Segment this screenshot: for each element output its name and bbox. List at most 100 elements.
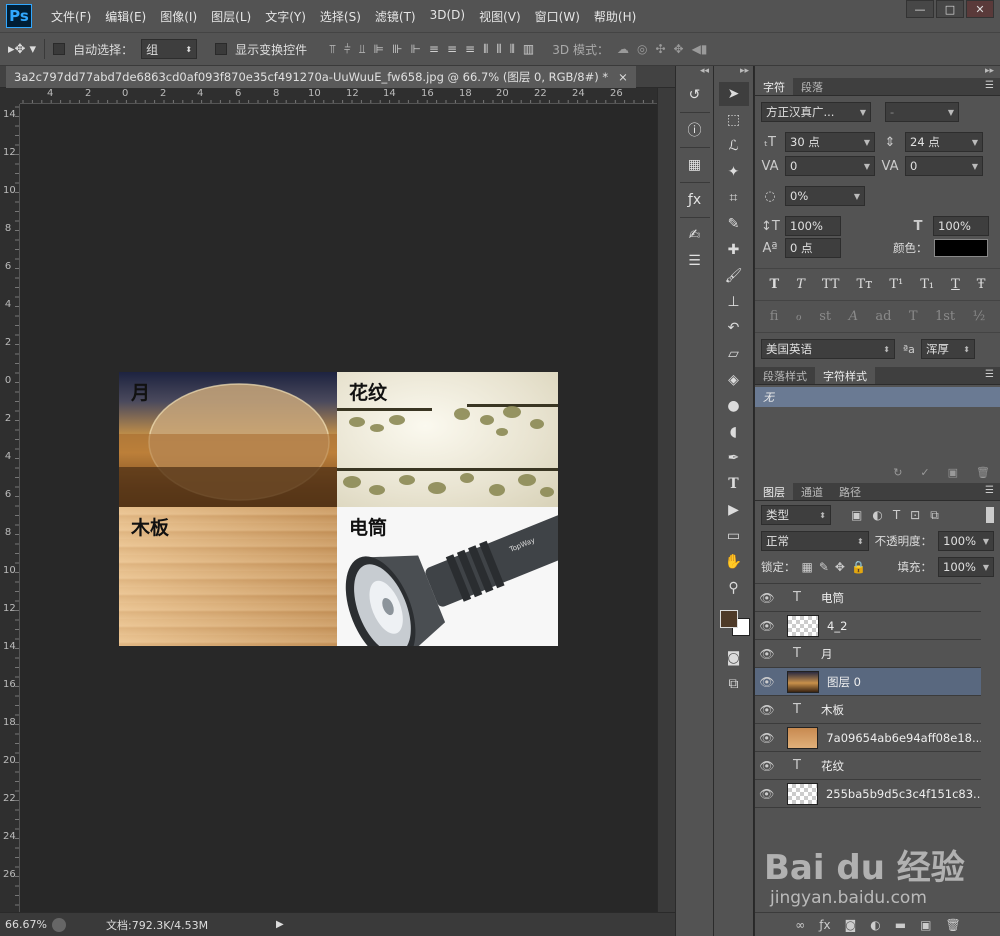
style-item-none[interactable]: 无	[755, 387, 1000, 407]
menu-file[interactable]: 文件(F)	[44, 8, 98, 25]
ordinals-button[interactable]: 1st	[935, 309, 955, 324]
vertical-scale-field[interactable]: 100%	[785, 216, 841, 236]
brush-tool-icon[interactable]: 🖌	[719, 264, 749, 288]
ligatures-button[interactable]: fi	[770, 309, 779, 324]
hand-tool-icon[interactable]: ✋	[719, 550, 749, 574]
layer-row[interactable]: 👁 T 木板	[755, 696, 981, 724]
auto-select-dropdown[interactable]: 组 ⬍	[141, 39, 198, 59]
pen-tool-icon[interactable]: ✒	[719, 446, 749, 470]
panel-menu-icon[interactable]: ☰	[985, 485, 994, 496]
3d-roll-icon[interactable]: ◎	[637, 42, 647, 56]
layer-row[interactable]: 👁 T 电筒	[755, 584, 981, 612]
crop-tool-icon[interactable]: ⌗	[719, 186, 749, 210]
menu-image[interactable]: 图像(I)	[153, 8, 204, 25]
visibility-eye-icon[interactable]: 👁	[755, 591, 779, 605]
font-style-select[interactable]: - ▼	[885, 102, 959, 122]
lasso-tool-icon[interactable]: ℒ	[719, 134, 749, 158]
3d-drag-icon[interactable]: ✣	[655, 42, 665, 56]
menu-layer[interactable]: 图层(L)	[204, 8, 258, 25]
filter-smart-icon[interactable]: ⧉	[930, 508, 939, 523]
foreground-color-swatch[interactable]	[720, 610, 738, 628]
font-family-select[interactable]: 方正汉真广... ▼	[761, 102, 871, 122]
align-left-icon[interactable]: ⊫	[374, 42, 384, 56]
ruler-vertical[interactable]: 14 12 10 8 6 4 2 0 2 4 6 8 10 12 14 16 1…	[0, 104, 20, 912]
layer-row-selected[interactable]: 👁 图层 0	[755, 668, 981, 696]
kerning-field[interactable]: 0 ▼	[785, 156, 875, 176]
lock-image-icon[interactable]: ✎	[819, 560, 829, 574]
visibility-eye-icon[interactable]: 👁	[755, 787, 779, 801]
styles-panel-icon[interactable]: ƒx	[680, 189, 710, 211]
screen-mode-icon[interactable]: ⧉	[719, 672, 749, 696]
panel-menu-icon[interactable]: ☰	[985, 80, 994, 91]
underline-button[interactable]: T	[951, 277, 960, 292]
distribute-right-icon[interactable]: ⦀	[510, 42, 515, 57]
filter-toggle[interactable]	[986, 507, 994, 523]
horizontal-scale-field[interactable]: 100%	[933, 216, 989, 236]
menu-edit[interactable]: 编辑(E)	[98, 8, 153, 25]
distribute-left-icon[interactable]: ⦀	[483, 42, 488, 57]
tab-paths[interactable]: 路径	[831, 483, 869, 500]
collapse-panels-icon[interactable]: ▸▸	[755, 66, 1000, 78]
layer-row[interactable]: 👁 255ba5b9d5c3c4f151c83...	[755, 780, 981, 808]
layer-filter-select[interactable]: 类型 ⬍	[761, 505, 831, 525]
paint-bucket-tool-icon[interactable]: ◈	[719, 368, 749, 392]
eyedropper-tool-icon[interactable]: ✎	[719, 212, 749, 236]
filter-adjustment-icon[interactable]: ◐	[872, 508, 882, 523]
zoom-tool-icon[interactable]: ⚲	[719, 576, 749, 600]
panel-menu-icon[interactable]: ☰	[985, 369, 994, 380]
zoom-level[interactable]: 66.67%	[0, 918, 52, 931]
stylistic-alternates-button[interactable]: ad	[875, 309, 891, 324]
swash-button[interactable]: A	[849, 309, 858, 324]
ruler-horizontal[interactable]: 4 2 0 2 4 6 8 10 12 14 16 18 20 22 24 26	[20, 88, 657, 104]
new-layer-icon[interactable]: ▣	[920, 918, 931, 932]
text-color-swatch[interactable]	[933, 239, 988, 257]
visibility-eye-icon[interactable]: 👁	[755, 759, 779, 773]
dodge-tool-icon[interactable]: ◖	[719, 420, 749, 444]
tab-character[interactable]: 字符	[755, 78, 793, 95]
move-tool-preset-icon[interactable]: ▸✥ ▾	[8, 42, 36, 57]
visibility-eye-icon[interactable]: 👁	[755, 731, 779, 745]
tab-channels[interactable]: 通道	[793, 483, 831, 500]
distribute-top-icon[interactable]: ≡	[429, 42, 439, 56]
superscript-button[interactable]: T¹	[889, 277, 903, 292]
layer-style-icon[interactable]: ƒx	[819, 918, 830, 932]
font-size-field[interactable]: 30 点 ▼	[785, 132, 875, 152]
auto-align-icon[interactable]: ▥	[523, 42, 534, 56]
menu-3d[interactable]: 3D(D)	[423, 8, 472, 25]
delete-style-icon[interactable]: 🗑	[976, 466, 990, 479]
align-right-icon[interactable]: ⊩	[410, 42, 420, 56]
visibility-eye-icon[interactable]: 👁	[755, 703, 779, 717]
distribute-vcenter-icon[interactable]: ≡	[447, 42, 457, 56]
lock-position-icon[interactable]: ✥	[835, 560, 845, 574]
small-caps-button[interactable]: Tт	[856, 277, 872, 292]
minimize-button[interactable]: —	[906, 0, 934, 18]
menu-filter[interactable]: 滤镜(T)	[368, 8, 423, 25]
healing-brush-tool-icon[interactable]: ✚	[719, 238, 749, 262]
layer-row[interactable]: 👁 4_2	[755, 612, 981, 640]
delete-layer-icon[interactable]: 🗑	[945, 918, 960, 932]
quick-mask-icon[interactable]: ◙	[719, 646, 749, 670]
subscript-button[interactable]: T₁	[920, 277, 934, 292]
leading-field[interactable]: 24 点 ▼	[905, 132, 983, 152]
ruler-corner[interactable]	[0, 88, 20, 104]
blend-mode-select[interactable]: 正常 ⬍	[761, 531, 869, 551]
3d-slide-icon[interactable]: ✥	[674, 42, 684, 56]
history-panel-icon[interactable]: ↺	[680, 84, 710, 106]
tsume-field[interactable]: 0% ▼	[785, 186, 865, 206]
add-mask-icon[interactable]: ◙	[845, 918, 857, 932]
baseline-shift-field[interactable]: 0 点	[785, 238, 841, 258]
collapse-toolbox-icon[interactable]: ▸▸	[714, 66, 753, 80]
swatches-panel-icon[interactable]: ▦	[680, 154, 710, 176]
brush-panel-icon[interactable]: ✍	[680, 224, 710, 246]
align-bottom-icon[interactable]: ⫫	[359, 42, 366, 57]
type-tool-icon[interactable]: T	[719, 472, 749, 496]
new-group-icon[interactable]: ▬	[895, 918, 906, 932]
all-caps-button[interactable]: TT	[822, 277, 840, 292]
clone-stamp-tool-icon[interactable]: ⊥	[719, 290, 749, 314]
visibility-eye-icon[interactable]: 👁	[755, 619, 779, 633]
path-selection-tool-icon[interactable]: ▶	[719, 498, 749, 522]
tracking-field[interactable]: 0 ▼	[905, 156, 983, 176]
3d-scale-icon[interactable]: ◀▮	[692, 42, 708, 56]
collapse-dock-icon[interactable]: ◂◂	[676, 66, 713, 80]
history-brush-tool-icon[interactable]: ↶	[719, 316, 749, 340]
